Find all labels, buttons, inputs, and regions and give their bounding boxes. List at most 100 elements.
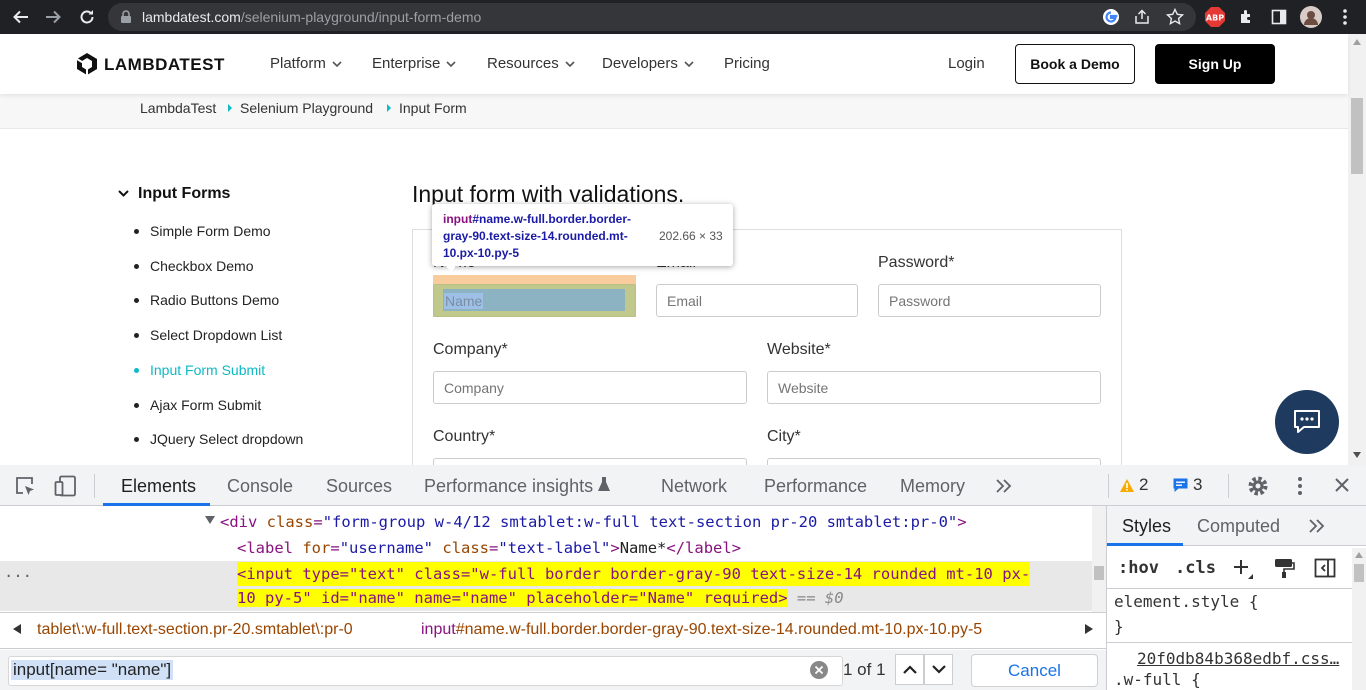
- forward-icon[interactable]: [42, 6, 64, 28]
- profile-avatar[interactable]: [1300, 6, 1322, 28]
- dom-line-input-2[interactable]: 10 py-5" id="name" name="name" placehold…: [237, 586, 844, 610]
- crumbs-right-arrow-icon[interactable]: [1085, 624, 1093, 634]
- nav-platform[interactable]: Platform: [270, 55, 342, 72]
- breadcrumb-lambdatest[interactable]: LambdaTest: [140, 100, 216, 116]
- close-devtools-icon[interactable]: [1334, 477, 1350, 493]
- breadcrumb-separator-icon: [387, 104, 391, 112]
- warnings-counter[interactable]: 2: [1119, 475, 1148, 495]
- nav-developers[interactable]: Developers: [602, 55, 694, 72]
- chat-button[interactable]: [1275, 390, 1339, 454]
- tab-elements[interactable]: Elements: [121, 476, 196, 497]
- dom-attr: class: [266, 513, 314, 531]
- breadcrumb-input-form: Input Form: [399, 100, 467, 116]
- bookmark-star-icon[interactable]: [1166, 8, 1184, 26]
- messages-count: 3: [1193, 475, 1203, 494]
- nav-enterprise[interactable]: Enterprise: [372, 55, 456, 72]
- scroll-up-icon[interactable]: [1355, 552, 1363, 558]
- crumb-selected[interactable]: input#name.w-full.border.border-gray-90.…: [421, 621, 982, 639]
- tab-performance[interactable]: Performance: [764, 476, 867, 497]
- nav-resources-label: Resources: [487, 55, 559, 72]
- email-input[interactable]: [656, 284, 858, 317]
- menu-item-ajax-form-submit[interactable]: Ajax Form Submit: [150, 397, 261, 413]
- inspect-tooltip-arrow: [444, 264, 458, 272]
- device-toolbar-icon[interactable]: [54, 475, 78, 497]
- element-style-rule[interactable]: element.style {: [1114, 592, 1259, 611]
- search-prev-button[interactable]: [895, 654, 924, 685]
- menu-item-jquery-select-dropdown[interactable]: JQuery Select dropdown: [150, 431, 303, 447]
- address-bar[interactable]: lambdatest.com/selenium-playground/input…: [108, 3, 1196, 31]
- menu-item-input-form-submit[interactable]: Input Form Submit: [150, 362, 265, 378]
- menu-item-checkbox-demo[interactable]: Checkbox Demo: [150, 258, 254, 274]
- page-scrollbar-thumb[interactable]: [1351, 98, 1363, 174]
- dom-attr-value: "text-label": [498, 539, 611, 557]
- w-full-rule[interactable]: .w-full {: [1114, 670, 1201, 689]
- chrome-menu-icon[interactable]: [1334, 6, 1356, 28]
- share-icon[interactable]: [1134, 9, 1150, 25]
- tab-styles[interactable]: Styles: [1122, 516, 1171, 537]
- side-panel-icon[interactable]: [1268, 6, 1290, 28]
- chevron-down-icon: [931, 665, 946, 674]
- menu-item-simple-form-demo[interactable]: Simple Form Demo: [150, 223, 271, 239]
- chevron-down-icon[interactable]: [118, 190, 129, 197]
- crumbs-left-arrow-icon[interactable]: [13, 624, 21, 634]
- devtools-menu-icon[interactable]: [1297, 476, 1303, 496]
- add-rule-icon[interactable]: [1232, 558, 1254, 580]
- lambdatest-logo-icon[interactable]: [74, 51, 100, 77]
- menu-title-input-forms[interactable]: Input Forms: [138, 185, 230, 203]
- reload-icon[interactable]: [76, 6, 98, 28]
- login-link[interactable]: Login: [948, 55, 985, 72]
- tab-performance-insights[interactable]: Performance insights: [424, 476, 593, 497]
- breadcrumb-selenium-playground[interactable]: Selenium Playground: [240, 100, 373, 116]
- book-demo-button[interactable]: Book a Demo: [1015, 44, 1135, 84]
- scroll-up-icon[interactable]: [1353, 39, 1361, 45]
- crumb-parent[interactable]: tablet\:w-full.text-section.pr-20.smtabl…: [37, 621, 353, 639]
- adblock-icon[interactable]: ABP: [1204, 6, 1226, 28]
- dom-search-query[interactable]: input[name= "name"]: [11, 660, 174, 680]
- tab-computed[interactable]: Computed: [1197, 516, 1280, 537]
- search-next-button[interactable]: [924, 654, 953, 685]
- nav-resources[interactable]: Resources: [487, 55, 575, 72]
- inspect-element-icon[interactable]: [14, 475, 36, 497]
- toggle-sidebar-icon[interactable]: [1314, 557, 1336, 579]
- sign-up-button[interactable]: Sign Up: [1155, 44, 1275, 84]
- cancel-search-button[interactable]: Cancel: [971, 654, 1098, 687]
- tab-sources[interactable]: Sources: [326, 476, 392, 497]
- scroll-down-icon[interactable]: [1353, 452, 1361, 458]
- settings-gear-icon[interactable]: [1246, 474, 1270, 498]
- lock-icon[interactable]: [120, 10, 132, 24]
- tab-console[interactable]: Console: [227, 476, 293, 497]
- clear-search-icon[interactable]: [809, 660, 829, 680]
- nav-pricing[interactable]: Pricing: [724, 55, 770, 72]
- logo-text[interactable]: LAMBDATEST: [104, 55, 225, 75]
- dom-ellipsis[interactable]: ...: [4, 560, 32, 584]
- dom-input-continuation: 10 py-5" id="name" name="name" placehold…: [237, 589, 788, 607]
- menu-item-select-dropdown-list[interactable]: Select Dropdown List: [150, 327, 282, 343]
- stylesheet-source-link[interactable]: 20f0db84b368edbf.css…: [1137, 649, 1339, 668]
- tab-memory[interactable]: Memory: [900, 476, 965, 497]
- more-panes-icon[interactable]: [1309, 519, 1325, 533]
- expand-triangle-icon[interactable]: [205, 516, 215, 524]
- company-label: Company*: [433, 341, 508, 358]
- dom-scrollbar[interactable]: [1092, 506, 1106, 612]
- menu-item-radio-buttons-demo[interactable]: Radio Buttons Demo: [150, 292, 279, 308]
- adblock-label: ABP: [1206, 14, 1224, 23]
- cls-toggle[interactable]: .cls: [1175, 558, 1216, 578]
- more-tabs-icon[interactable]: [996, 479, 1012, 493]
- hov-toggle[interactable]: :hov: [1118, 558, 1159, 578]
- website-input[interactable]: [767, 371, 1101, 404]
- dom-line-input-1[interactable]: <input type="text" class="w-full border …: [237, 562, 1031, 586]
- styles-scrollbar-thumb[interactable]: [1354, 564, 1364, 582]
- back-icon[interactable]: [10, 6, 32, 28]
- dom-line-label[interactable]: <label for="username" class="text-label"…: [237, 536, 741, 560]
- paint-roller-icon[interactable]: [1273, 557, 1295, 579]
- password-input[interactable]: [878, 284, 1101, 317]
- dom-line-div[interactable]: <div class="form-group w-4/12 smtablet:w…: [220, 510, 967, 534]
- messages-counter[interactable]: 3: [1172, 475, 1202, 495]
- google-icon[interactable]: [1102, 8, 1120, 26]
- styles-divider: [1107, 642, 1352, 643]
- company-input[interactable]: [433, 371, 747, 404]
- dom-scrollbar-thumb[interactable]: [1094, 566, 1104, 580]
- tab-network[interactable]: Network: [661, 476, 727, 497]
- extensions-icon[interactable]: [1236, 6, 1258, 28]
- chevron-up-icon: [902, 665, 917, 674]
